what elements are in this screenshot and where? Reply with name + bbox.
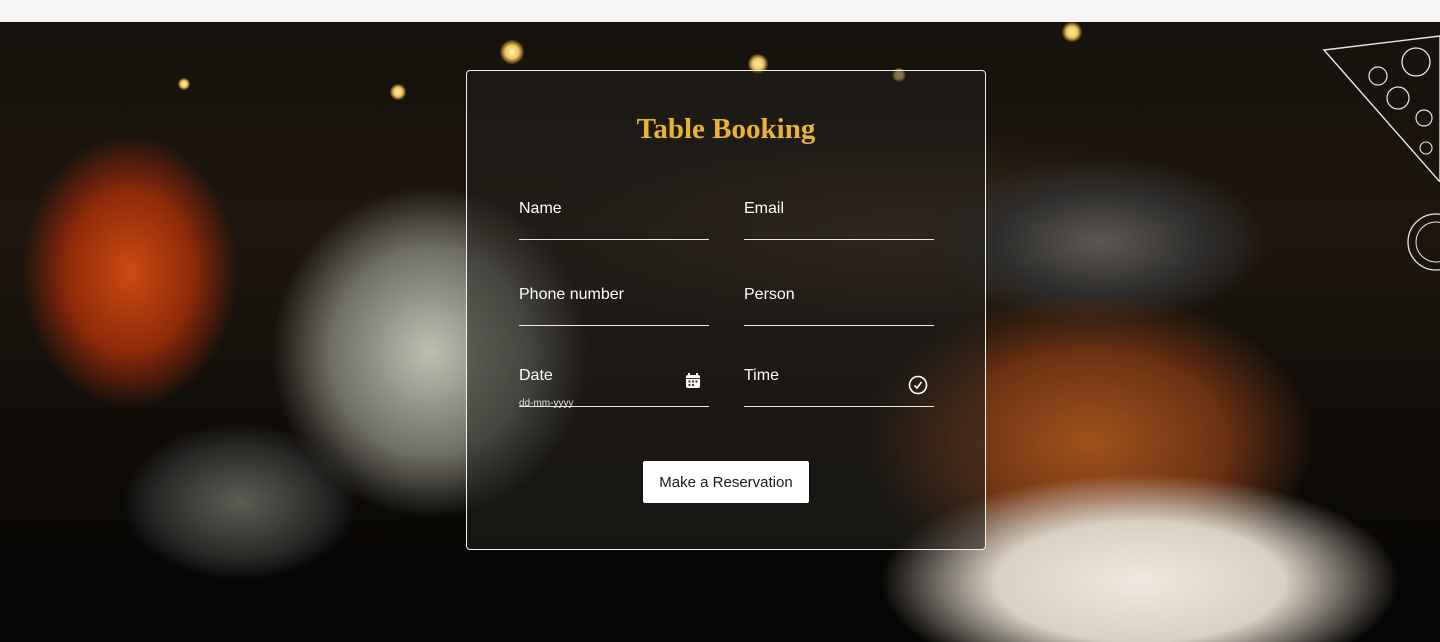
person-input[interactable] <box>744 286 934 325</box>
time-label: Time <box>744 367 779 384</box>
table-booking-form: Table Booking Name Email Phone number Pe… <box>466 70 986 550</box>
date-label: Date <box>519 367 553 384</box>
street-light <box>178 78 190 90</box>
person-field[interactable]: Person <box>744 286 934 326</box>
pizza-sketch-icon <box>1322 35 1440 182</box>
time-field[interactable]: Time <box>744 367 934 407</box>
street-light <box>1062 22 1082 42</box>
date-field[interactable]: Date dd-mm-yyyy <box>519 367 709 409</box>
email-input[interactable] <box>744 200 934 239</box>
street-light <box>390 84 406 100</box>
name-field[interactable]: Name <box>519 200 709 240</box>
calendar-icon[interactable] <box>684 372 702 390</box>
clock-icon[interactable] <box>908 375 928 395</box>
form-title: Table Booking <box>636 113 816 145</box>
phone-input[interactable] <box>519 286 709 325</box>
top-bar <box>0 0 1440 22</box>
phone-field[interactable]: Phone number <box>519 286 709 326</box>
email-field[interactable]: Email <box>744 200 934 240</box>
date-placeholder: dd-mm-yyyy <box>519 398 574 409</box>
name-input[interactable] <box>519 200 709 239</box>
street-light <box>500 40 524 64</box>
make-reservation-button[interactable]: Make a Reservation <box>643 461 809 503</box>
lemon-sketch-icon <box>1407 213 1440 271</box>
